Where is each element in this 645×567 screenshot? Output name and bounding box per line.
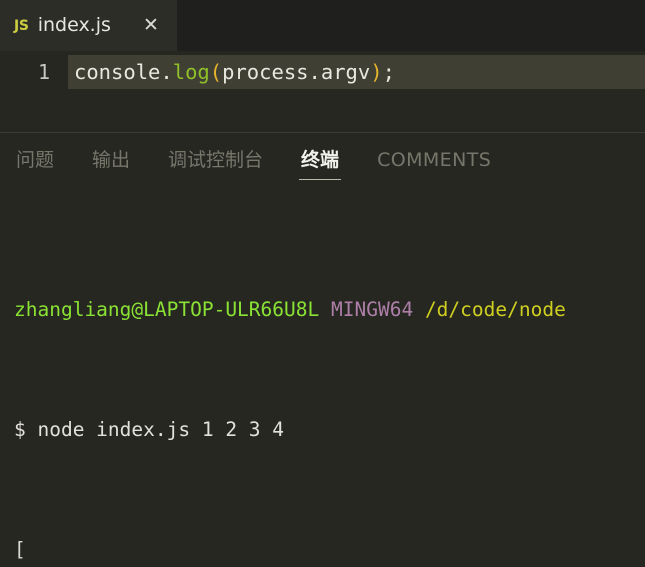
editor-tab-index-js[interactable]: JS index.js ✕ xyxy=(0,0,177,51)
code-row: 1 console.log(process.argv); xyxy=(0,55,645,89)
code-token: ) xyxy=(370,60,383,84)
code-line-1[interactable]: console.log(process.argv); xyxy=(68,55,645,89)
code-token: ( xyxy=(209,60,223,84)
code-token: . xyxy=(308,60,321,84)
code-token: ; xyxy=(382,60,395,84)
terminal-prompt-line: zhangliang@LAPTOP-ULR66U8L MINGW64 /d/co… xyxy=(14,295,645,325)
terminal-user-host: zhangliang@LAPTOP-ULR66U8L xyxy=(14,298,320,321)
code-token: log xyxy=(172,60,210,84)
tab-problems[interactable]: 问题 xyxy=(14,145,56,180)
tab-output[interactable]: 输出 xyxy=(90,145,132,180)
code-token: console xyxy=(74,60,161,84)
editor-tab-bar-empty-space xyxy=(176,0,645,51)
vscode-window: JS index.js ✕ 1 console.log(process.argv… xyxy=(0,0,645,567)
tab-terminal[interactable]: 终端 xyxy=(299,145,342,180)
code-token: argv xyxy=(320,60,371,84)
terminal-space xyxy=(319,298,331,321)
code-editor[interactable]: 1 console.log(process.argv); xyxy=(0,51,645,132)
line-number-gutter: 1 xyxy=(37,60,50,84)
code-token: . xyxy=(160,60,173,84)
javascript-file-icon: JS xyxy=(14,17,29,34)
terminal-shell-name: MINGW64 xyxy=(331,298,414,321)
editor-tab-label: index.js xyxy=(37,14,111,36)
terminal-array-open: [ xyxy=(14,538,26,561)
terminal-cwd: /d/code/node xyxy=(424,298,566,321)
terminal-command-line: $ node index.js 1 2 3 4 xyxy=(14,418,285,441)
code-token: process xyxy=(222,60,309,84)
terminal-space xyxy=(413,298,425,321)
close-icon[interactable]: ✕ xyxy=(141,16,161,35)
editor-tab-bar: JS index.js ✕ xyxy=(0,0,645,51)
tab-debug-console[interactable]: 调试控制台 xyxy=(166,145,265,180)
terminal-output[interactable]: zhangliang@LAPTOP-ULR66U8L MINGW64 /d/co… xyxy=(0,191,645,567)
panel-tab-bar: 问题 输出 调试控制台 终端 COMMENTS xyxy=(0,133,645,191)
tab-comments[interactable]: COMMENTS xyxy=(375,145,493,180)
